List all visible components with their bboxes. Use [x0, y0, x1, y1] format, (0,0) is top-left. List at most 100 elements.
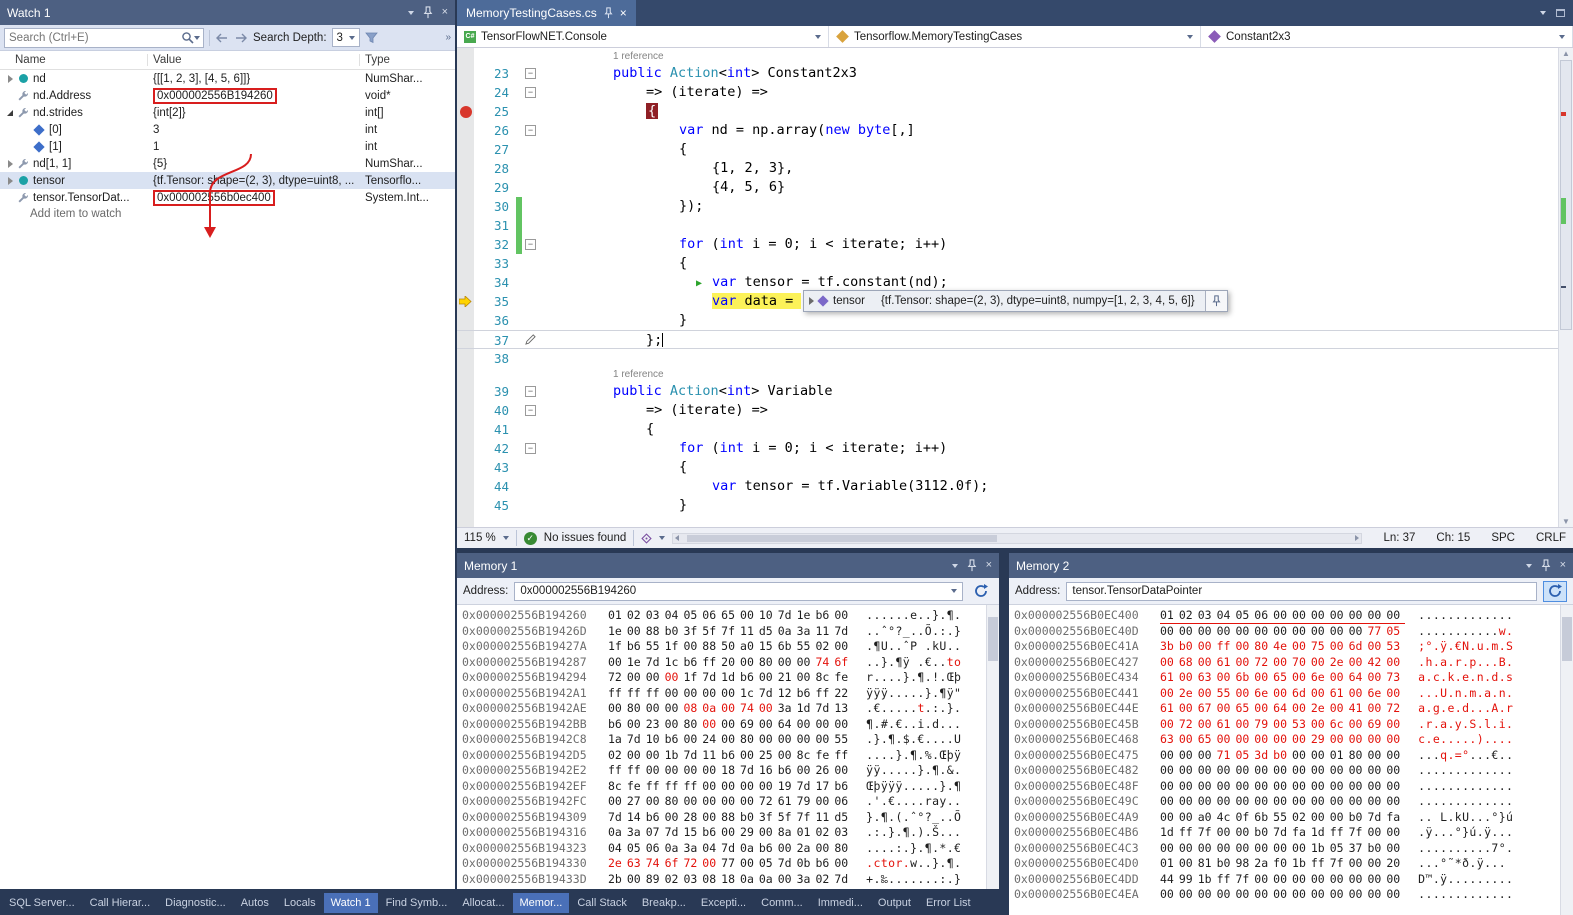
tag-icon[interactable] — [641, 533, 652, 544]
codelens-references[interactable]: 1 reference — [457, 368, 1558, 382]
memory-bytes[interactable]: 61006700650064002e00410072 — [1160, 701, 1405, 717]
codelens-references[interactable]: 1 reference — [457, 50, 1558, 64]
scrollbar-thumb[interactable] — [1562, 617, 1572, 661]
address-input[interactable]: tensor.TensorDataPointer — [1066, 582, 1537, 601]
memory-bytes[interactable]: 0a3a077d15b60029008a010203 — [608, 825, 853, 841]
glyph-margin[interactable] — [457, 83, 474, 102]
glyph-margin[interactable] — [457, 349, 474, 368]
code-line[interactable]: 38 — [457, 349, 1558, 368]
memory-bytes[interactable]: ffffff000000001c7d12b6ff22 — [608, 686, 853, 702]
close-icon[interactable]: × — [1560, 560, 1566, 571]
glyph-margin[interactable] — [457, 420, 474, 439]
bottom-tab-call-stack[interactable]: Call Stack — [570, 893, 634, 913]
window-position-icon[interactable] — [1526, 564, 1532, 568]
code-line[interactable]: 23−public Action<int> Constant2x3 — [457, 64, 1558, 83]
bottom-tab-locals[interactable]: Locals — [277, 893, 323, 913]
scroll-right-icon[interactable] — [1355, 535, 1359, 541]
watch-row-value[interactable]: {5} — [148, 158, 360, 170]
bottom-tab-output[interactable]: Output — [871, 893, 918, 913]
memory-bytes[interactable]: 010081b0982af01bff7f000020 — [1160, 856, 1405, 872]
glyph-margin[interactable] — [457, 197, 474, 216]
memory-bytes[interactable]: 1e0088b03f5f7f11d50a3a117d — [608, 624, 853, 640]
memory1-hex-view[interactable]: 0x000002556B1942600102030405066500107d1e… — [457, 605, 999, 889]
glyph-margin[interactable] — [457, 401, 474, 420]
fold-collapse-icon[interactable]: − — [522, 64, 539, 83]
memory-bytes[interactable]: 00800000080a0074003a1d7d13 — [608, 701, 853, 717]
bottom-tab-sql-server[interactable]: SQL Server... — [2, 893, 82, 913]
memory-bytes[interactable]: 7d14b600280088b03f5f7f11d5 — [608, 810, 853, 826]
code-line[interactable]: 33{ — [457, 254, 1558, 273]
code-line[interactable]: 41{ — [457, 420, 1558, 439]
memory-bytes[interactable]: 00000071053db0000001800000 — [1160, 748, 1405, 764]
code-line[interactable]: 42−for (int i = 0; i < iterate; i++) — [457, 439, 1558, 458]
watch-row-value[interactable]: {tf.Tensor: shape=(2, 3), dtype=uint8, .… — [148, 175, 360, 187]
glyph-margin[interactable] — [457, 235, 474, 254]
code-line[interactable]: 31 — [457, 216, 1558, 235]
scroll-up-icon[interactable]: ▲ — [1562, 49, 1570, 58]
memory-bytes[interactable]: 63006500000000002900000000 — [1160, 732, 1405, 748]
watch-row[interactable]: [1]1int — [0, 138, 455, 155]
code-line[interactable]: 28{1, 2, 3}, — [457, 159, 1558, 178]
search-depth-select[interactable]: 3 — [332, 28, 360, 47]
glyph-margin[interactable] — [457, 254, 474, 273]
glyph-margin[interactable] — [457, 331, 474, 348]
code-editor[interactable]: 1 reference23−public Action<int> Constan… — [457, 48, 1573, 527]
code-line[interactable]: 39−public Action<int> Variable — [457, 382, 1558, 401]
bottom-tab-memor[interactable]: Memor... — [513, 893, 570, 913]
memory2-scrollbar[interactable] — [1560, 605, 1573, 915]
memory-bytes[interactable]: 00000000000000000000000000 — [1160, 887, 1405, 903]
editor-vertical-scrollbar[interactable]: ▲ ▼ — [1558, 48, 1573, 527]
code-line[interactable]: 36} — [457, 311, 1558, 330]
scroll-left-icon[interactable] — [675, 535, 679, 541]
add-watch-row[interactable]: Add item to watch — [0, 206, 455, 223]
scroll-down-icon[interactable]: ▼ — [1562, 517, 1570, 526]
memory-bytes[interactable]: 720000001f7d1db60021008cfe — [608, 670, 853, 686]
memory-bytes[interactable]: ffff00000000187d16b6002600 — [608, 763, 853, 779]
code-line[interactable]: 43{ — [457, 458, 1558, 477]
search-options-chevron-icon[interactable] — [194, 36, 200, 40]
memory-bytes[interactable]: 2e63746f72007700057d0bb600 — [608, 856, 853, 872]
memory-bytes[interactable]: 8cfeffffff00000000197d17b6 — [608, 779, 853, 795]
fold-collapse-icon[interactable]: − — [522, 121, 539, 140]
close-icon[interactable]: × — [442, 7, 448, 18]
code-line[interactable]: 29{4, 5, 6} — [457, 178, 1558, 197]
bottom-tab-autos[interactable]: Autos — [234, 893, 276, 913]
expander-icon[interactable] — [809, 297, 814, 305]
bottom-tab-allocat[interactable]: Allocat... — [455, 893, 511, 913]
memory-bytes[interactable]: 3bb000ff00804e0075006d0053 — [1160, 639, 1405, 655]
bottom-tab-excepti[interactable]: Excepti... — [694, 893, 753, 913]
memory-bytes[interactable]: 0102030405066500107d1eb600 — [608, 608, 853, 624]
bottom-tab-breakp[interactable]: Breakp... — [635, 893, 693, 913]
run-to-here-icon[interactable]: ▶ — [696, 274, 712, 293]
line-ending-indicator[interactable]: CRLF — [1536, 532, 1566, 544]
breakpoint-icon[interactable] — [457, 102, 474, 121]
bottom-tab-watch-1[interactable]: Watch 1 — [324, 893, 378, 913]
zoom-select[interactable]: 115 % — [464, 532, 496, 544]
glyph-margin[interactable] — [457, 140, 474, 159]
watch-row[interactable]: tensor.TensorDat...0x000002556b0ec400Sys… — [0, 189, 455, 206]
memory-bytes[interactable]: 0405060a3a047d0ab6002a0080 — [608, 841, 853, 857]
code-line[interactable]: 44var tensor = tf.Variable(3112.0f); — [457, 477, 1558, 496]
watch-row[interactable]: nd[1, 1]{5}NumShar... — [0, 155, 455, 172]
code-line[interactable]: 24−=> (iterate) => — [457, 83, 1558, 102]
bottom-tab-comm[interactable]: Comm... — [754, 893, 810, 913]
glyph-margin[interactable] — [457, 458, 474, 477]
close-icon[interactable]: × — [986, 560, 992, 571]
memory-bytes[interactable]: 00000000000000000000000000 — [1160, 794, 1405, 810]
column-header-name[interactable]: Name — [0, 54, 148, 66]
watch-row[interactable]: nd{[[1, 2, 3], [4, 5, 6]]}NumShar... — [0, 70, 455, 87]
glyph-margin[interactable] — [457, 64, 474, 83]
address-input[interactable]: 0x000002556B194260 — [514, 582, 963, 601]
memory-bytes[interactable]: 00000000000000000000000000 — [1160, 763, 1405, 779]
member-dropdown[interactable]: Constant2x3 — [1201, 26, 1573, 47]
watch-row-value[interactable]: 3 — [148, 124, 360, 136]
watch-row[interactable]: nd.Address0x000002556B194260void* — [0, 87, 455, 104]
memory-bytes[interactable]: 1dff7f0000b07dfa1dff7f0000 — [1160, 825, 1405, 841]
window-position-icon[interactable] — [952, 564, 958, 568]
bottom-tab-diagnostic[interactable]: Diagnostic... — [158, 893, 233, 913]
glyph-margin[interactable] — [457, 178, 474, 197]
refresh-icon[interactable] — [969, 581, 993, 602]
column-header-value[interactable]: Value — [148, 54, 360, 66]
bottom-tab-find-symb[interactable]: Find Symb... — [379, 893, 455, 913]
float-window-icon[interactable] — [1556, 9, 1565, 17]
